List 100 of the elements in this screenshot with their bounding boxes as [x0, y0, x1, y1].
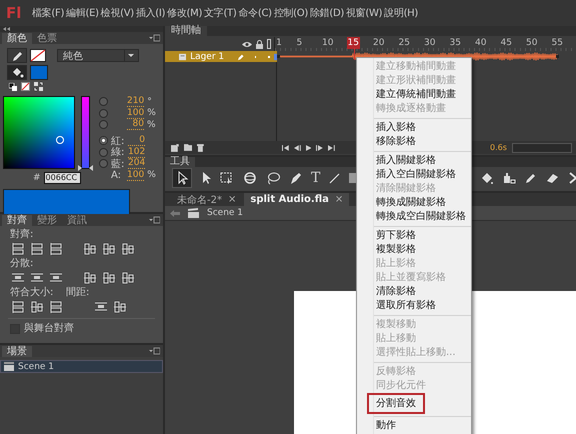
menu-item[interactable]: 插入影格 [357, 121, 471, 135]
panel-tab[interactable]: 場景 [2, 346, 32, 357]
new-layer-icon[interactable] [171, 144, 179, 152]
ink-bottle-tool-icon[interactable] [502, 172, 516, 184]
match-size-icon[interactable] [50, 301, 62, 313]
space-horizontal-icon[interactable] [114, 301, 126, 313]
frame-number[interactable]: 5 [296, 37, 304, 49]
radio-button[interactable] [99, 120, 108, 130]
document-tab[interactable]: 未命名-2* × [171, 193, 242, 206]
radio-button[interactable] [99, 136, 108, 146]
distribute-bottom-icon[interactable] [50, 272, 62, 284]
eyedropper-tool-icon[interactable] [525, 172, 537, 184]
panel-menu-icon[interactable] [149, 216, 160, 224]
scene-row[interactable]: Scene 1 [0, 360, 163, 373]
menu-item[interactable]: 修改(M) [167, 4, 202, 22]
play-icon[interactable] [306, 144, 312, 150]
menu-item[interactable]: 除錯(D) [310, 4, 344, 22]
menu-item[interactable]: 轉換成關鍵影格 [357, 196, 471, 210]
channel-value[interactable]: 0 [128, 135, 145, 146]
channel-value[interactable]: 210 [127, 96, 144, 108]
frame-number[interactable]: 50 [525, 37, 538, 49]
channel-value[interactable]: 100 [127, 170, 144, 181]
skip-end-icon[interactable] [328, 144, 335, 150]
free-transform-tool-icon[interactable] [220, 172, 234, 184]
panel-menu-icon[interactable] [149, 347, 160, 355]
menu-item[interactable]: 分割音效 [367, 393, 425, 414]
no-color-icon[interactable] [21, 82, 30, 91]
subselection-tool-icon[interactable] [201, 172, 211, 184]
fill-color-swatch[interactable] [30, 65, 48, 80]
menu-item[interactable]: 建立傳統補間動畫 [357, 88, 471, 102]
menu-item[interactable]: 編輯(E) [66, 4, 99, 22]
menu-item[interactable]: 檔案(F) [32, 4, 64, 22]
picker-marker-icon[interactable] [56, 136, 64, 144]
align-left-icon[interactable] [12, 243, 24, 255]
panel-tab[interactable]: 色票 [32, 33, 62, 44]
menu-item[interactable]: 選取所有影格 [357, 299, 471, 313]
hex-field[interactable]: 0066CC [44, 172, 81, 184]
frame-number[interactable]: 30 [423, 37, 436, 49]
stage-align-checkbox[interactable]: 與舞台對齊 [10, 323, 74, 335]
fill-type-dropdown[interactable]: 純色 [57, 49, 139, 62]
menu-item[interactable]: 視窗(W) [346, 4, 382, 22]
step-forward-icon[interactable] [316, 144, 324, 150]
distribute-top-icon[interactable] [12, 272, 24, 284]
menu-item[interactable]: 清除影格 [357, 285, 471, 299]
menu-item[interactable]: 控制(O) [274, 4, 308, 22]
panel-tab[interactable]: 對齊 [2, 215, 32, 226]
globe-tool-icon[interactable] [243, 172, 257, 184]
menu-item[interactable]: 說明(H) [384, 4, 418, 22]
document-tab[interactable]: split Audio.fla × [244, 193, 350, 206]
channel-value[interactable]: 204 [128, 158, 146, 170]
playhead-line[interactable] [354, 48, 356, 60]
menu-item[interactable]: 命令(C) [238, 4, 272, 22]
eraser-tool-icon[interactable] [546, 173, 559, 183]
menu-item[interactable]: 插入(I) [136, 4, 166, 22]
menu-item[interactable]: 文字(T) [204, 4, 236, 22]
channel-value[interactable]: 100 [127, 108, 144, 119]
trash-icon[interactable] [197, 144, 204, 152]
lasso-tool-icon[interactable] [266, 172, 280, 184]
frame-number[interactable]: 20 [372, 37, 386, 49]
text-tool[interactable]: T [311, 170, 320, 186]
swap-colors-icon[interactable] [34, 82, 43, 91]
radio-button[interactable] [99, 97, 108, 106]
menu-item[interactable]: 複製影格 [357, 243, 471, 257]
menu-item[interactable]: 檢視(V) [100, 4, 134, 22]
panel-tab[interactable]: 工具 [165, 157, 195, 167]
frame-number[interactable]: 25 [398, 37, 411, 49]
stroke-color-button[interactable] [7, 48, 27, 63]
menu-item[interactable]: 轉換成空白關鍵影格 [357, 210, 471, 224]
horizontal-scrollbar[interactable] [512, 142, 572, 152]
align-bottom-icon[interactable] [122, 243, 134, 255]
frame-number[interactable]: 35 [448, 37, 462, 49]
frame-number[interactable]: 10 [321, 37, 334, 49]
pen-tool-icon[interactable] [289, 172, 302, 184]
selection-tool-icon[interactable] [172, 168, 192, 188]
panel-tab[interactable]: 顏色 [2, 33, 32, 44]
align-top-icon[interactable] [84, 243, 96, 255]
space-vertical-icon[interactable] [95, 301, 107, 313]
distribute-middle-icon[interactable] [103, 272, 115, 284]
step-back-icon[interactable] [294, 144, 301, 150]
close-tab-button[interactable]: × [228, 194, 236, 205]
menu-item[interactable]: 剪下影格 [357, 229, 471, 243]
frame-number[interactable]: 1 [275, 37, 283, 49]
close-tab-button[interactable]: × [334, 194, 344, 205]
radio-button[interactable] [99, 148, 108, 157]
folder-icon[interactable] [184, 144, 192, 151]
distribute-center-icon[interactable] [31, 272, 43, 284]
panel-tab[interactable]: 資訊 [62, 215, 92, 226]
frame-number[interactable]: 40 [474, 37, 488, 49]
align-right-icon[interactable] [50, 243, 62, 255]
channel-value[interactable]: 102 [128, 146, 146, 158]
paint-bucket-tool-icon[interactable] [480, 172, 493, 184]
match-width-icon[interactable] [12, 301, 24, 313]
panel-tab[interactable]: 時間軸 [165, 26, 207, 36]
align-middle-icon[interactable] [103, 243, 115, 255]
distribute-left-icon[interactable] [84, 272, 96, 284]
panel-menu-icon[interactable] [149, 34, 160, 42]
line-tool-icon[interactable] [329, 172, 340, 184]
channel-value[interactable]: 80 [127, 119, 144, 130]
radio-button[interactable] [99, 108, 108, 118]
menu-item[interactable]: 動作 [357, 419, 471, 433]
